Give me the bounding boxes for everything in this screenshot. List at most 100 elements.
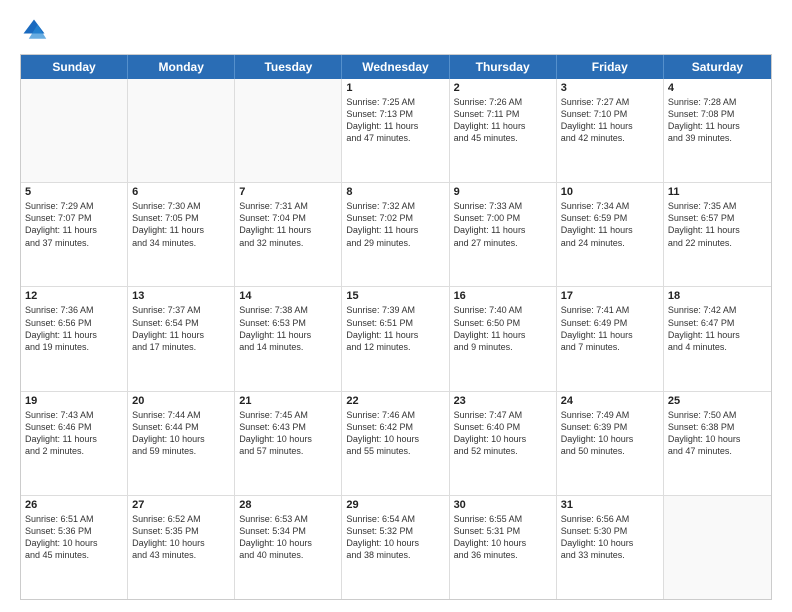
cal-cell-empty-4-6 [664, 496, 771, 599]
cell-line-1: Sunset: 6:53 PM [239, 317, 337, 329]
day-number: 1 [346, 82, 444, 94]
cell-line-1: Sunset: 6:42 PM [346, 421, 444, 433]
cell-line-3: and 36 minutes. [454, 549, 552, 561]
cell-line-2: Daylight: 10 hours [561, 537, 659, 549]
cell-line-1: Sunset: 5:34 PM [239, 525, 337, 537]
cell-line-2: Daylight: 11 hours [454, 329, 552, 341]
cell-line-1: Sunset: 6:50 PM [454, 317, 552, 329]
cell-line-0: Sunrise: 6:56 AM [561, 513, 659, 525]
cell-line-2: Daylight: 11 hours [561, 120, 659, 132]
cell-line-1: Sunset: 5:35 PM [132, 525, 230, 537]
header-day-thursday: Thursday [450, 55, 557, 79]
day-number: 23 [454, 395, 552, 407]
cell-line-2: Daylight: 11 hours [454, 120, 552, 132]
cal-cell-2: 2Sunrise: 7:26 AMSunset: 7:11 PMDaylight… [450, 79, 557, 182]
cell-line-1: Sunset: 6:57 PM [668, 212, 767, 224]
day-number: 17 [561, 290, 659, 302]
cell-line-1: Sunset: 7:08 PM [668, 108, 767, 120]
cal-cell-17: 17Sunrise: 7:41 AMSunset: 6:49 PMDayligh… [557, 287, 664, 390]
cell-line-2: Daylight: 10 hours [454, 537, 552, 549]
cell-line-0: Sunrise: 7:43 AM [25, 409, 123, 421]
cell-line-2: Daylight: 11 hours [346, 120, 444, 132]
cal-cell-15: 15Sunrise: 7:39 AMSunset: 6:51 PMDayligh… [342, 287, 449, 390]
cell-line-2: Daylight: 11 hours [239, 329, 337, 341]
cal-cell-20: 20Sunrise: 7:44 AMSunset: 6:44 PMDayligh… [128, 392, 235, 495]
day-number: 15 [346, 290, 444, 302]
cal-cell-10: 10Sunrise: 7:34 AMSunset: 6:59 PMDayligh… [557, 183, 664, 286]
cell-line-2: Daylight: 10 hours [454, 433, 552, 445]
day-number: 21 [239, 395, 337, 407]
cell-line-3: and 17 minutes. [132, 341, 230, 353]
cell-line-2: Daylight: 11 hours [25, 224, 123, 236]
cell-line-2: Daylight: 11 hours [668, 120, 767, 132]
calendar-body: 1Sunrise: 7:25 AMSunset: 7:13 PMDaylight… [21, 79, 771, 599]
cal-cell-12: 12Sunrise: 7:36 AMSunset: 6:56 PMDayligh… [21, 287, 128, 390]
cell-line-0: Sunrise: 7:33 AM [454, 200, 552, 212]
cell-line-2: Daylight: 10 hours [346, 537, 444, 549]
cell-line-3: and 43 minutes. [132, 549, 230, 561]
cell-line-3: and 32 minutes. [239, 237, 337, 249]
cell-line-1: Sunset: 7:07 PM [25, 212, 123, 224]
cell-line-0: Sunrise: 7:40 AM [454, 304, 552, 316]
header-day-saturday: Saturday [664, 55, 771, 79]
cell-line-2: Daylight: 11 hours [346, 329, 444, 341]
cal-cell-26: 26Sunrise: 6:51 AMSunset: 5:36 PMDayligh… [21, 496, 128, 599]
day-number: 22 [346, 395, 444, 407]
day-number: 29 [346, 499, 444, 511]
cell-line-3: and 27 minutes. [454, 237, 552, 249]
cell-line-1: Sunset: 6:51 PM [346, 317, 444, 329]
cal-row-3: 19Sunrise: 7:43 AMSunset: 6:46 PMDayligh… [21, 392, 771, 496]
cell-line-0: Sunrise: 7:25 AM [346, 96, 444, 108]
day-number: 24 [561, 395, 659, 407]
cell-line-1: Sunset: 6:39 PM [561, 421, 659, 433]
day-number: 27 [132, 499, 230, 511]
day-number: 26 [25, 499, 123, 511]
cal-cell-empty-0-1 [128, 79, 235, 182]
cell-line-1: Sunset: 7:13 PM [346, 108, 444, 120]
day-number: 14 [239, 290, 337, 302]
cell-line-0: Sunrise: 7:42 AM [668, 304, 767, 316]
cal-row-4: 26Sunrise: 6:51 AMSunset: 5:36 PMDayligh… [21, 496, 771, 599]
cell-line-0: Sunrise: 6:53 AM [239, 513, 337, 525]
cell-line-1: Sunset: 6:56 PM [25, 317, 123, 329]
cell-line-1: Sunset: 7:00 PM [454, 212, 552, 224]
cell-line-2: Daylight: 10 hours [668, 433, 767, 445]
cell-line-3: and 40 minutes. [239, 549, 337, 561]
cell-line-0: Sunrise: 7:34 AM [561, 200, 659, 212]
page: SundayMondayTuesdayWednesdayThursdayFrid… [0, 0, 792, 612]
cell-line-2: Daylight: 10 hours [239, 537, 337, 549]
cell-line-3: and 37 minutes. [25, 237, 123, 249]
cell-line-2: Daylight: 10 hours [239, 433, 337, 445]
cell-line-2: Daylight: 11 hours [25, 433, 123, 445]
cell-line-1: Sunset: 6:46 PM [25, 421, 123, 433]
cell-line-2: Daylight: 11 hours [454, 224, 552, 236]
cal-cell-7: 7Sunrise: 7:31 AMSunset: 7:04 PMDaylight… [235, 183, 342, 286]
cell-line-1: Sunset: 5:30 PM [561, 525, 659, 537]
cell-line-1: Sunset: 7:05 PM [132, 212, 230, 224]
cell-line-0: Sunrise: 7:46 AM [346, 409, 444, 421]
cell-line-2: Daylight: 10 hours [346, 433, 444, 445]
day-number: 12 [25, 290, 123, 302]
cell-line-0: Sunrise: 7:29 AM [25, 200, 123, 212]
cell-line-2: Daylight: 11 hours [346, 224, 444, 236]
cell-line-2: Daylight: 11 hours [668, 224, 767, 236]
cell-line-3: and 50 minutes. [561, 445, 659, 457]
cell-line-3: and 47 minutes. [668, 445, 767, 457]
day-number: 30 [454, 499, 552, 511]
cell-line-3: and 14 minutes. [239, 341, 337, 353]
header [20, 16, 772, 44]
cell-line-0: Sunrise: 6:51 AM [25, 513, 123, 525]
cell-line-1: Sunset: 6:59 PM [561, 212, 659, 224]
cal-cell-19: 19Sunrise: 7:43 AMSunset: 6:46 PMDayligh… [21, 392, 128, 495]
cell-line-0: Sunrise: 7:31 AM [239, 200, 337, 212]
cell-line-3: and 39 minutes. [668, 132, 767, 144]
cell-line-1: Sunset: 7:04 PM [239, 212, 337, 224]
cell-line-3: and 45 minutes. [454, 132, 552, 144]
day-number: 8 [346, 186, 444, 198]
header-day-friday: Friday [557, 55, 664, 79]
cell-line-3: and 34 minutes. [132, 237, 230, 249]
day-number: 28 [239, 499, 337, 511]
cell-line-2: Daylight: 11 hours [132, 224, 230, 236]
cal-cell-1: 1 Sunrise: 7:25 AMSunset: 7:13 PMDaylight… [342, 79, 449, 182]
cal-cell-16: 16Sunrise: 7:40 AMSunset: 6:50 PMDayligh… [450, 287, 557, 390]
